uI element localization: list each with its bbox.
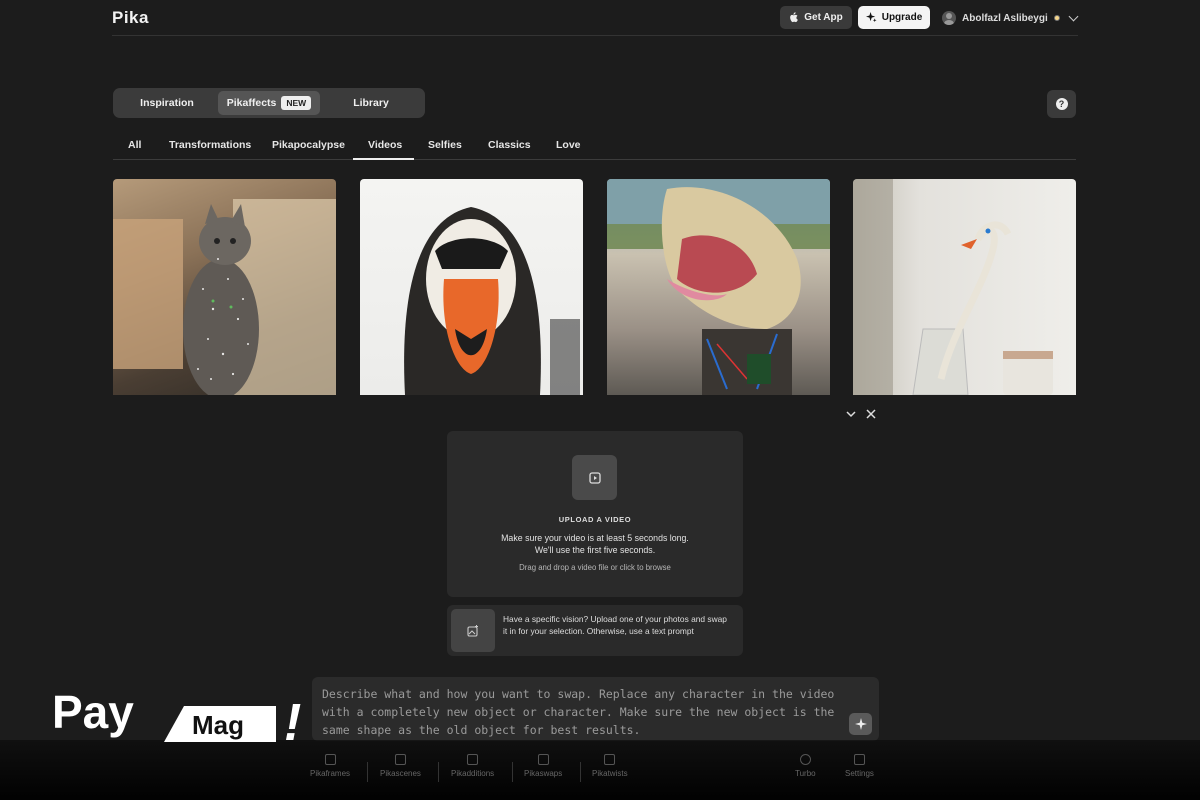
toolbar-pikaswaps-label: Pikaswaps <box>524 769 563 778</box>
upgrade-button[interactable]: Upgrade <box>858 6 930 29</box>
sparkle-icon <box>865 12 877 23</box>
toolbar-pikascenes-label: Pikascenes <box>380 769 421 778</box>
toolbar-divider <box>512 762 513 782</box>
tab-inspiration-label: Inspiration <box>140 97 194 109</box>
generate-button[interactable] <box>849 713 872 735</box>
toolbar-divider <box>367 762 368 782</box>
frames-icon <box>324 754 336 765</box>
help-button[interactable]: ? <box>1047 90 1076 118</box>
swaps-icon <box>537 754 549 765</box>
watermark-mag-text: Mag <box>192 710 244 740</box>
toolbar-pikaswaps[interactable]: Pikaswaps <box>524 754 562 778</box>
photo-swap-card[interactable]: Have a specific vision? Upload one of yo… <box>447 605 743 656</box>
tab-inspiration[interactable]: Inspiration <box>116 91 218 115</box>
tab-library-label: Library <box>353 97 389 109</box>
toolbar-pikadditions-label: Pikadditions <box>451 769 495 778</box>
toolbar-divider <box>580 762 581 782</box>
upload-line-2: We'll use the first five seconds. <box>534 545 656 555</box>
chevron-down-icon <box>1068 11 1079 21</box>
tab-pikaffects-label: Pikaffects <box>226 97 277 109</box>
collapse-icon[interactable] <box>846 407 856 422</box>
new-badge: NEW <box>281 96 312 110</box>
avatar-icon <box>942 11 956 25</box>
upgrade-label: Upgrade <box>881 12 923 23</box>
scenes-icon <box>394 754 406 765</box>
swan-toothbrush-thumbnail[interactable] <box>853 179 1076 395</box>
get-app-button[interactable]: Get App <box>780 6 852 29</box>
category-tab-transformations[interactable]: Transformations <box>169 139 251 151</box>
upload-hint: Drag and drop a video file or click to b… <box>519 563 671 572</box>
apple-icon <box>790 12 799 23</box>
duck-face-person-thumbnail[interactable] <box>360 179 583 395</box>
toolbar-pikascenes[interactable]: Pikascenes <box>380 754 421 778</box>
category-tab-videos[interactable]: Videos <box>368 139 402 151</box>
close-icon[interactable] <box>866 407 876 422</box>
watermark-pay-text: Pay <box>52 686 134 738</box>
watermark-mark: ! <box>284 694 301 748</box>
mode-tab-group: Inspiration Pikaffects NEW Library <box>113 88 425 118</box>
category-tab-classics[interactable]: Classics <box>488 139 531 151</box>
upload-video-dropzone[interactable]: UPLOAD A VIDEO Make sure your video is a… <box>447 431 743 597</box>
image-add-icon[interactable] <box>451 609 495 652</box>
category-tabs: All Transformations Pikapocalypse Videos… <box>113 135 1076 160</box>
robot-dog-thumbnail[interactable] <box>607 179 830 395</box>
upload-line-1: Make sure your video is at least 5 secon… <box>501 533 689 543</box>
get-app-label: Get App <box>804 12 843 23</box>
toolbar-pikadditions[interactable]: Pikadditions <box>451 754 494 778</box>
turbo-icon <box>799 754 811 765</box>
toolbar-pikatwists[interactable]: Pikatwists <box>592 754 628 778</box>
sparkle-icon <box>854 718 867 730</box>
top-header: Pika Get App Upgrade Abolfazl Aslibeygi <box>112 0 1079 36</box>
prompt-input[interactable]: Describe what and how you want to swap. … <box>312 677 879 741</box>
category-tab-selfies[interactable]: Selfies <box>428 139 462 151</box>
photo-swap-text: Have a specific vision? Upload one of yo… <box>503 614 727 636</box>
toolbar-divider <box>438 762 439 782</box>
settings-icon <box>853 754 865 765</box>
swan-toothbrush-illustration <box>853 179 1053 395</box>
user-name: Abolfazl Aslibeygi <box>962 12 1048 24</box>
category-tab-love[interactable]: Love <box>556 139 581 151</box>
cat-illustration <box>113 199 336 395</box>
upload-title: UPLOAD A VIDEO <box>558 515 632 524</box>
toolbar-pikaframes[interactable]: Pikaframes <box>310 754 350 778</box>
pika-logo[interactable]: Pika <box>112 8 149 28</box>
duck-face-illustration <box>404 207 580 395</box>
sparkling-cat-thumbnail[interactable] <box>113 179 336 395</box>
robot-dog-illustration <box>607 179 830 395</box>
video-upload-icon <box>572 455 617 500</box>
toolbar-pikatwists-label: Pikatwists <box>592 769 628 778</box>
twists-icon <box>604 754 616 765</box>
prompt-placeholder: Describe what and how you want to swap. … <box>322 687 835 737</box>
tab-pikaffects[interactable]: Pikaffects NEW <box>218 91 320 115</box>
status-dot-icon <box>1053 15 1060 21</box>
toolbar-pikaframes-label: Pikaframes <box>310 769 351 778</box>
toolbar-turbo[interactable]: Turbo <box>795 754 816 778</box>
tab-library[interactable]: Library <box>320 91 422 115</box>
additions-icon <box>467 754 479 765</box>
category-tab-all[interactable]: All <box>128 139 141 151</box>
category-tab-pikapocalypse[interactable]: Pikapocalypse <box>272 139 345 151</box>
user-menu[interactable]: Abolfazl Aslibeygi <box>942 8 1079 28</box>
paymag-watermark-logo: Pay Mag ! <box>52 686 301 748</box>
toolbar-settings-label: Settings <box>845 769 874 778</box>
help-icon: ? <box>1055 98 1068 110</box>
toolbar-settings[interactable]: Settings <box>845 754 874 778</box>
toolbar-turbo-label: Turbo <box>795 769 816 778</box>
upload-description: Make sure your video is at least 5 secon… <box>447 532 743 556</box>
